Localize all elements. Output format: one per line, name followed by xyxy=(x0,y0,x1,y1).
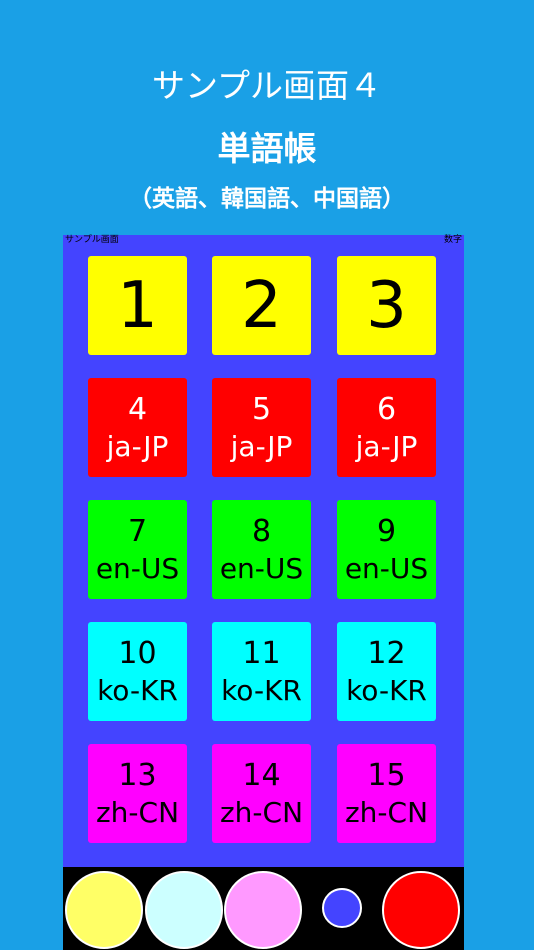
word-tile-8[interactable]: 8 en-US xyxy=(212,500,311,599)
small-blue-circle-button[interactable] xyxy=(322,888,362,928)
lightcyan-circle-button[interactable] xyxy=(145,871,223,949)
tile-language-code: ja-JP xyxy=(355,429,418,463)
screen-title: サンプル画面４ xyxy=(151,66,382,105)
tile-number: 11 xyxy=(242,635,281,671)
red-circle-button[interactable] xyxy=(382,871,460,949)
tile-number: 15 xyxy=(367,757,406,793)
word-tile-11[interactable]: 11 ko-KR xyxy=(212,622,311,721)
tile-number: 1 xyxy=(117,268,158,343)
tile-language-code: ja-JP xyxy=(106,429,169,463)
word-tile-4[interactable]: 4 ja-JP xyxy=(88,378,187,477)
tile-number: 12 xyxy=(367,635,406,671)
tile-language-code: zh-CN xyxy=(95,795,180,829)
tile-panel: サンプル画面 数字 1 2 3 4 ja-JP 5 ja-JP 6 ja-JP 7 en-US 8 en… xyxy=(63,235,464,867)
tile-number: 4 xyxy=(127,391,148,427)
tile-number: 8 xyxy=(251,513,272,549)
word-tile-15[interactable]: 15 zh-CN xyxy=(337,744,436,843)
word-tile-3[interactable]: 3 xyxy=(337,256,436,355)
tile-language-code: en-US xyxy=(95,551,180,585)
word-tile-9[interactable]: 9 en-US xyxy=(337,500,436,599)
word-tile-1[interactable]: 1 xyxy=(88,256,187,355)
word-tile-2[interactable]: 2 xyxy=(212,256,311,355)
bottom-toolbar xyxy=(63,867,464,950)
tile-number: 6 xyxy=(376,391,397,427)
tile-number: 9 xyxy=(376,513,397,549)
word-tile-10[interactable]: 10 ko-KR xyxy=(88,622,187,721)
tile-language-code: ja-JP xyxy=(230,429,293,463)
word-tile-12[interactable]: 12 ko-KR xyxy=(337,622,436,721)
tile-number: 2 xyxy=(241,268,282,343)
tile-number: 3 xyxy=(366,268,407,343)
panel-title-label: サンプル画面 xyxy=(65,235,119,245)
word-tile-14[interactable]: 14 zh-CN xyxy=(212,744,311,843)
language-note: （英語、韓国語、中国語） xyxy=(129,186,405,212)
tile-number: 13 xyxy=(118,757,157,793)
panel-mode-label: 数字 xyxy=(443,235,462,245)
tile-number: 5 xyxy=(251,391,272,427)
tile-number: 10 xyxy=(118,635,157,671)
tile-language-code: en-US xyxy=(344,551,429,585)
word-tile-7[interactable]: 7 en-US xyxy=(88,500,187,599)
word-tile-13[interactable]: 13 zh-CN xyxy=(88,744,187,843)
yellow-circle-button[interactable] xyxy=(65,871,143,949)
word-tile-5[interactable]: 5 ja-JP xyxy=(212,378,311,477)
tile-number: 14 xyxy=(242,757,281,793)
tile-language-code: ko-KR xyxy=(346,673,427,707)
tile-language-code: en-US xyxy=(219,551,304,585)
word-tile-6[interactable]: 6 ja-JP xyxy=(337,378,436,477)
screen-subtitle: 単語帳 xyxy=(217,129,317,168)
tile-language-code: ko-KR xyxy=(221,673,302,707)
tile-language-code: zh-CN xyxy=(219,795,304,829)
tile-number: 7 xyxy=(127,513,148,549)
pink-circle-button[interactable] xyxy=(224,871,302,949)
tile-language-code: ko-KR xyxy=(97,673,178,707)
tile-language-code: zh-CN xyxy=(344,795,429,829)
